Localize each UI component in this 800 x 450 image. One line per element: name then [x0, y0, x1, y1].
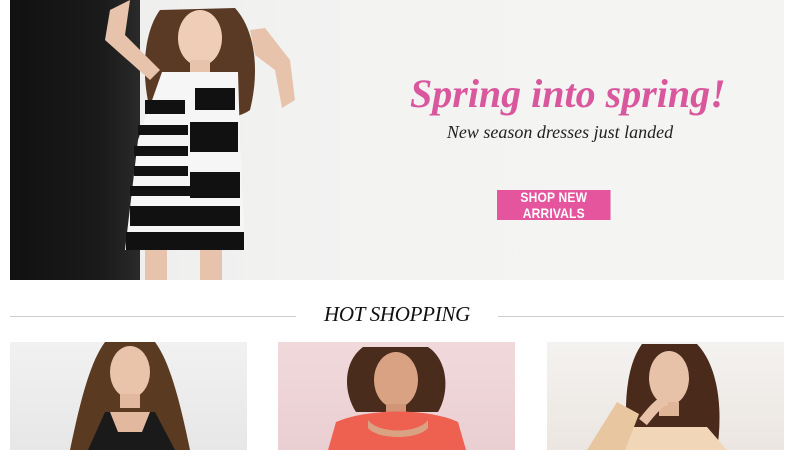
product-image	[328, 347, 466, 450]
shop-new-arrivals-button[interactable]: SHOP NEW ARRIVALS	[497, 189, 611, 221]
product-card[interactable]	[10, 342, 247, 450]
product-card[interactable]	[278, 342, 515, 450]
hot-shopping-heading: HOT SHOPPING	[10, 300, 784, 332]
hero-banner[interactable]: Spring into spring! New season dresses j…	[10, 0, 784, 280]
product-card[interactable]	[547, 342, 784, 450]
hero-copy: Spring into spring! New season dresses j…	[410, 70, 726, 144]
hero-headline: Spring into spring!	[410, 71, 726, 116]
hero-model-image	[105, 0, 295, 280]
product-image	[587, 344, 727, 450]
divider-left	[10, 316, 296, 317]
hero-subheadline: New season dresses just landed	[446, 122, 674, 142]
page: Spring into spring! New season dresses j…	[0, 0, 800, 450]
product-image	[70, 342, 190, 450]
section-title: HOT SHOPPING	[324, 302, 470, 326]
divider-right	[498, 316, 784, 317]
